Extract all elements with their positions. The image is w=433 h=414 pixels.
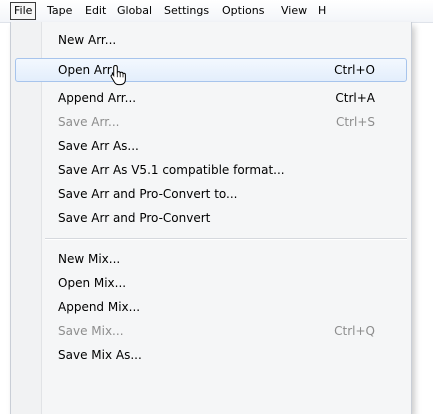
menu-item-new-mix[interactable]: New Mix... [15, 247, 407, 271]
menu-item-shortcut: Ctrl+Q [334, 324, 375, 338]
menu-item-save-arr-pro-convert[interactable]: Save Arr and Pro-Convert [15, 206, 407, 230]
menu-item-append-arr[interactable]: Append Arr... Ctrl+A [15, 86, 407, 110]
menu-help-partial[interactable]: H [315, 3, 329, 19]
menu-item-label: Save Arr and Pro-Convert to... [58, 187, 238, 201]
menu-item-label: Save Mix As... [58, 348, 142, 362]
hand-pointer-cursor-icon [110, 64, 126, 86]
menu-separator [45, 238, 407, 240]
menu-item-save-arr[interactable]: Save Arr... Ctrl+S [15, 110, 407, 134]
menu-edit[interactable]: Edit [82, 3, 109, 19]
menu-item-append-mix[interactable]: Append Mix... [15, 295, 407, 319]
menu-item-label: Save Arr and Pro-Convert [58, 211, 211, 225]
menu-item-shortcut: Ctrl+S [335, 115, 375, 129]
menu-item-shortcut: Ctrl+A [335, 91, 375, 105]
menu-item-label: New Mix... [58, 252, 121, 266]
menu-settings[interactable]: Settings [161, 3, 212, 19]
menu-item-open-arr[interactable]: Open Arr... Ctrl+O [15, 58, 407, 82]
menu-item-save-mix[interactable]: Save Mix... Ctrl+Q [15, 319, 407, 343]
menu-item-label: Save Arr As... [58, 139, 139, 153]
menu-view[interactable]: View [278, 3, 310, 19]
file-dropdown-menu: New Arr... Open Arr... Ctrl+O Append Arr… [10, 22, 412, 414]
menu-bar: File Tape Edit Global Settings Options V… [0, 0, 433, 23]
menu-item-label: Open Mix... [58, 276, 127, 290]
menu-item-label: Save Arr... [58, 115, 120, 129]
menu-options[interactable]: Options [219, 3, 267, 19]
menu-item-save-arr-v51[interactable]: Save Arr As V5.1 compatible format... [15, 158, 407, 182]
menu-item-label: Append Mix... [58, 300, 141, 314]
application-window: File Tape Edit Global Settings Options V… [0, 0, 433, 414]
menu-item-label: Save Arr As V5.1 compatible format... [58, 163, 285, 177]
menu-item-save-mix-as[interactable]: Save Mix As... [15, 343, 407, 367]
menu-item-label: New Arr... [58, 33, 117, 47]
menu-item-new-arr[interactable]: New Arr... [15, 28, 407, 52]
menu-item-save-arr-as[interactable]: Save Arr As... [15, 134, 407, 158]
menu-item-save-arr-pro-convert-to[interactable]: Save Arr and Pro-Convert to... [15, 182, 407, 206]
menu-item-open-mix[interactable]: Open Mix... [15, 271, 407, 295]
menu-item-shortcut: Ctrl+O [334, 63, 375, 77]
menu-global[interactable]: Global [114, 3, 155, 19]
menu-item-label: Save Mix... [58, 324, 124, 338]
menu-item-label: Append Arr... [58, 91, 137, 105]
menu-file[interactable]: File [10, 2, 37, 20]
menu-tape[interactable]: Tape [44, 3, 75, 19]
